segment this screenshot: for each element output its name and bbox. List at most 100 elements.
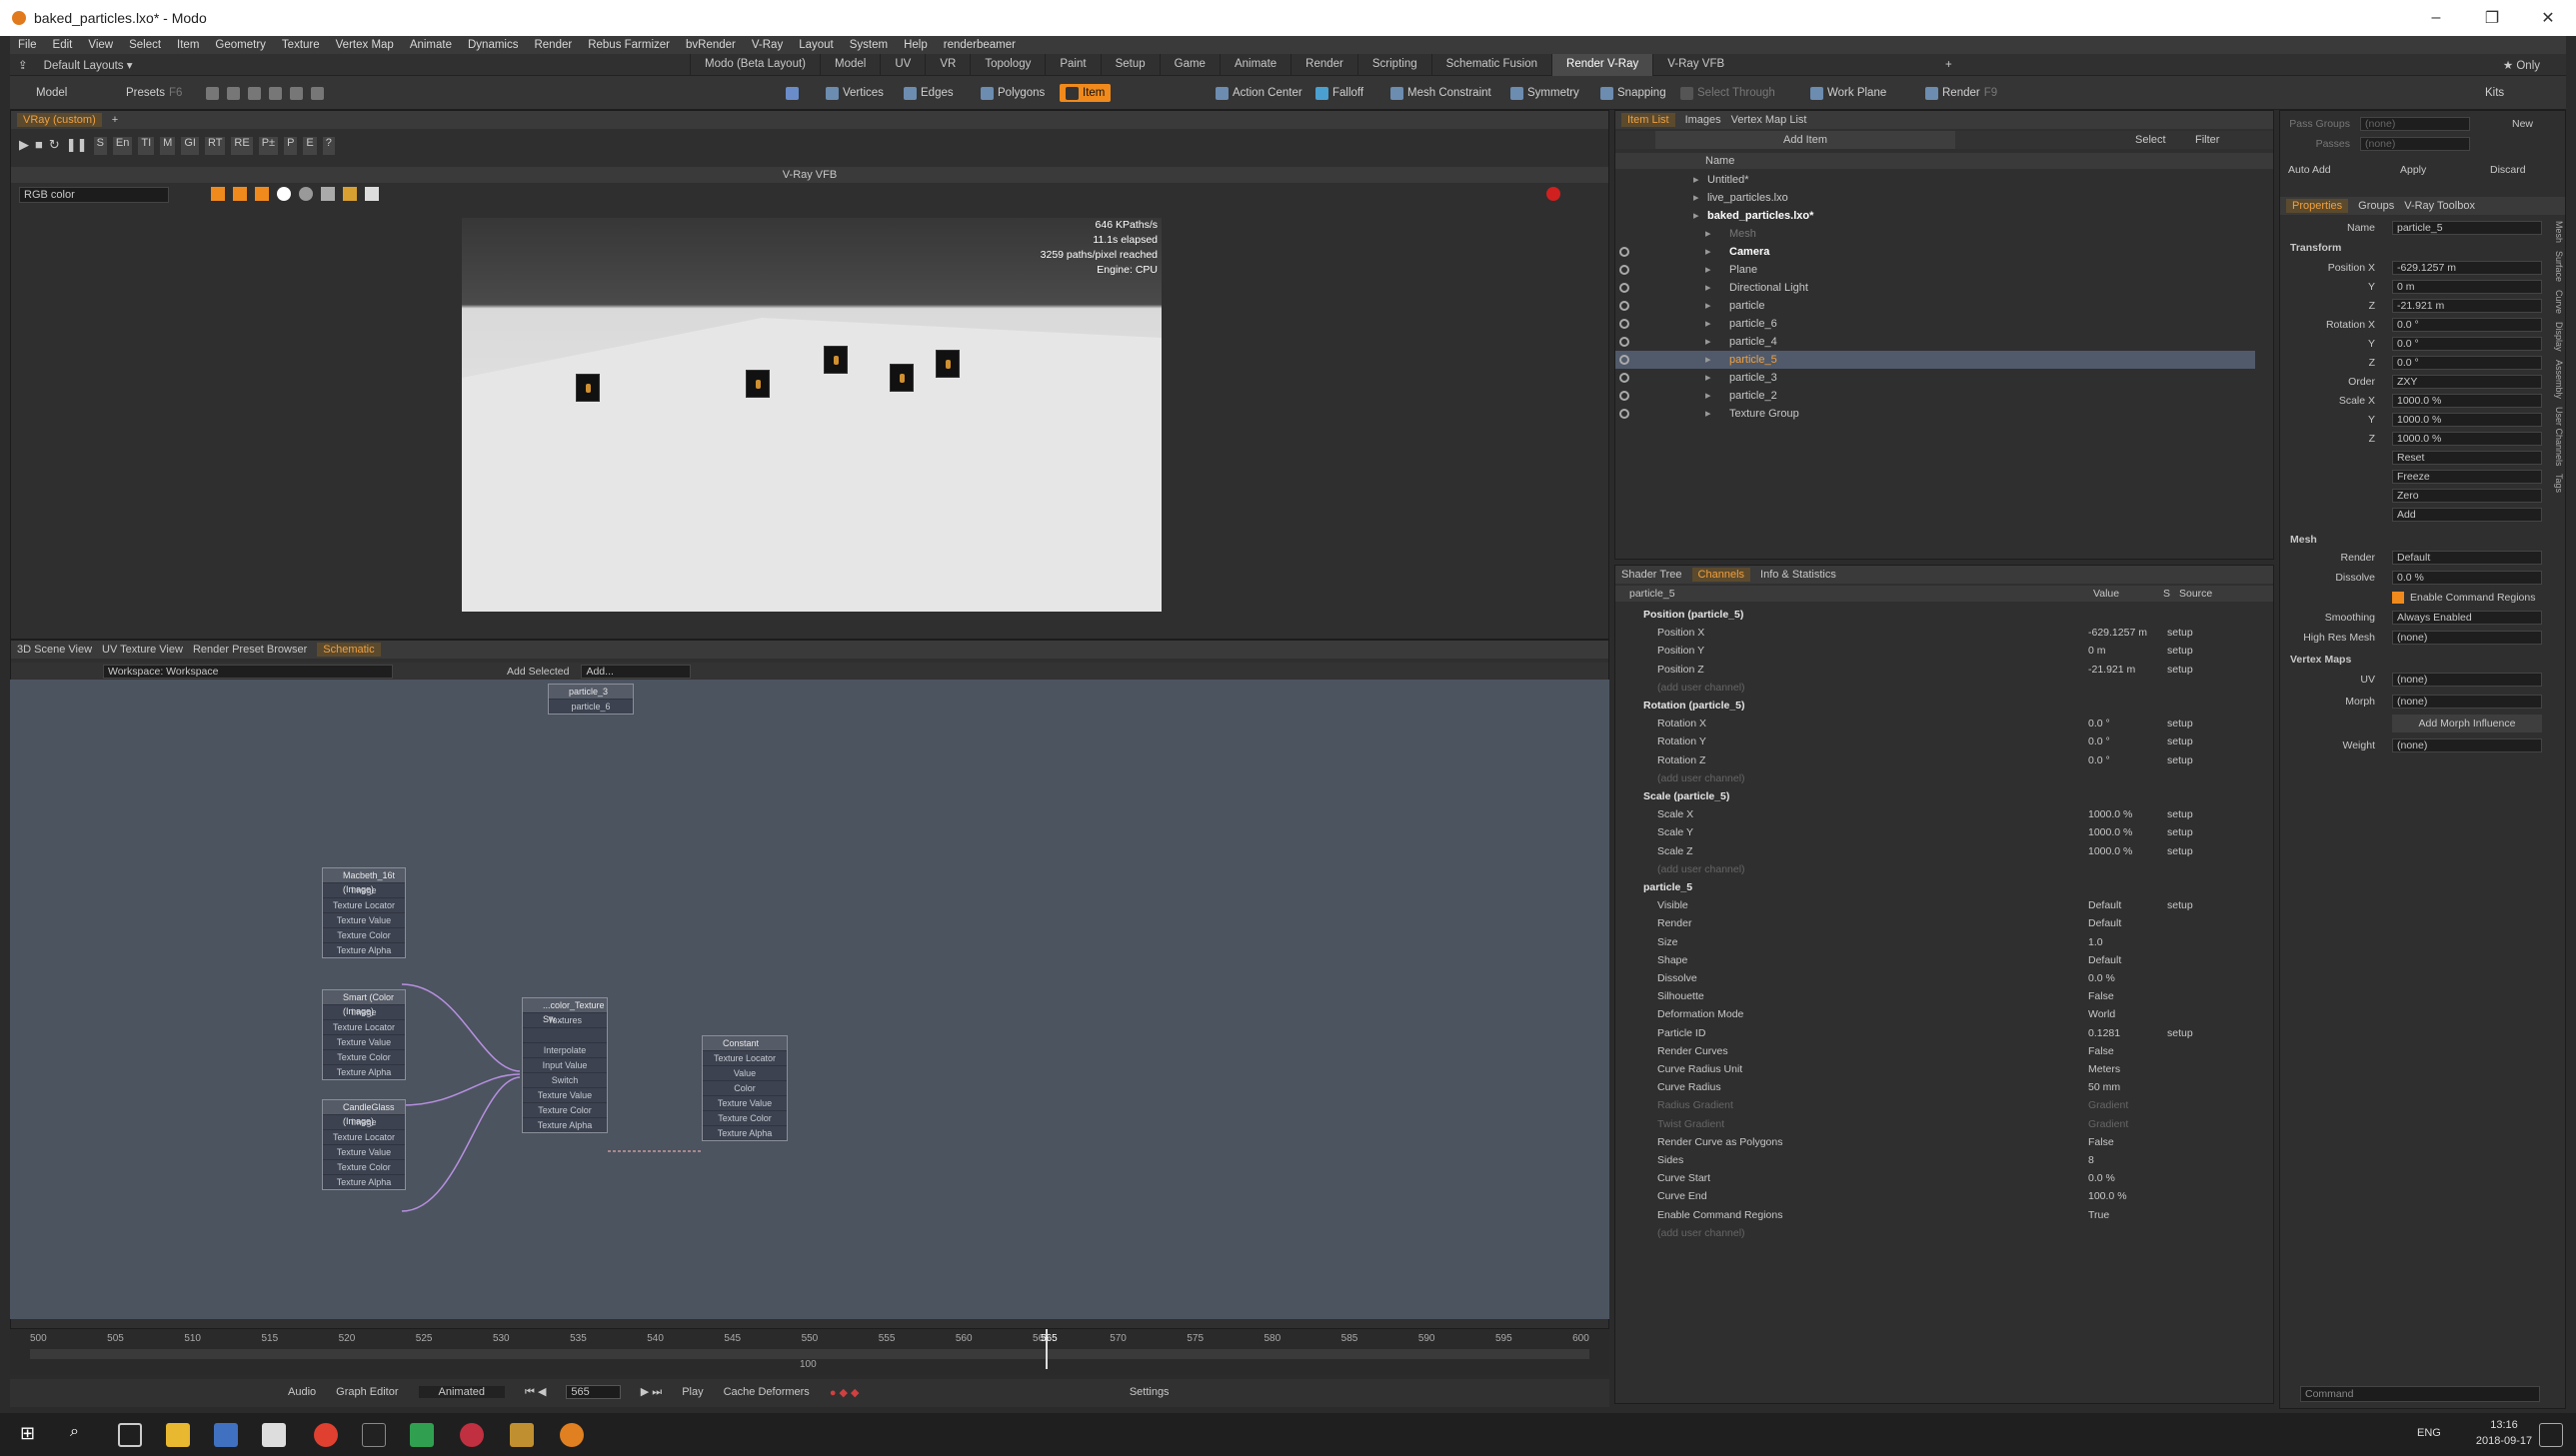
item-row[interactable]: ▸ live_particles.lxo: [1615, 189, 2255, 207]
add-layout-button[interactable]: +: [1939, 59, 1958, 71]
add-selected-button[interactable]: Add Selected: [507, 666, 569, 678]
channel-value[interactable]: Meters: [2088, 1060, 2120, 1078]
presets-button[interactable]: Presets F6: [120, 84, 188, 102]
channel-row[interactable]: Rotation Y 0.0 ° setup: [1615, 732, 2255, 750]
node-port[interactable]: Texture Color: [523, 1102, 607, 1117]
layout-tab-scripting[interactable]: Scripting: [1356, 54, 1431, 76]
vfb-blue-channel-icon[interactable]: [255, 187, 269, 201]
channel-row[interactable]: Curve End 100.0 %: [1615, 1187, 2255, 1205]
node-port[interactable]: Texture Alpha: [323, 1064, 405, 1079]
add-item-button[interactable]: Add Item: [1655, 131, 1955, 149]
app-icon-3[interactable]: [410, 1423, 434, 1447]
layout-tab-render[interactable]: Render: [1290, 54, 1357, 76]
channel-row[interactable]: Sides 8: [1615, 1151, 2255, 1169]
vfb-stop-icon[interactable]: ■: [35, 137, 43, 155]
expand-arrow-icon[interactable]: ▸: [1705, 333, 1711, 351]
minimize-button[interactable]: –: [2408, 0, 2464, 36]
vfb-tab[interactable]: VRay (custom): [17, 113, 102, 127]
polygons-button[interactable]: Polygons: [975, 84, 1051, 102]
channel-value[interactable]: 0.0 %: [2088, 1169, 2115, 1187]
visibility-eye-icon[interactable]: [1619, 373, 1629, 383]
channel-row[interactable]: Radius Gradient Gradient: [1615, 1096, 2255, 1114]
node-port[interactable]: Texture Locator: [703, 1050, 787, 1065]
item-row[interactable]: ▸ Untitled*: [1615, 171, 2255, 189]
side-tab[interactable]: Mesh: [2554, 221, 2564, 243]
item-row[interactable]: ▸ Camera: [1615, 243, 2255, 261]
transform-field[interactable]: 0.0 °: [2392, 356, 2542, 370]
channel-row[interactable]: Particle ID 0.1281 setup: [1615, 1024, 2255, 1042]
transform-tool-icon[interactable]: [290, 86, 303, 100]
side-tab[interactable]: Assembly: [2554, 360, 2564, 399]
transform-field[interactable]: 0.0 °: [2392, 337, 2542, 351]
menu-edit[interactable]: Edit: [45, 39, 81, 51]
visibility-eye-icon[interactable]: [1619, 283, 1629, 293]
schematic-node[interactable]: ...color_Texture Sw... Textures Interpolat…: [522, 997, 608, 1133]
visibility-eye-icon[interactable]: [1619, 391, 1629, 401]
terminal-icon[interactable]: [362, 1423, 386, 1447]
item-row[interactable]: ▸ particle_3: [1615, 369, 2255, 387]
transform-field[interactable]: -629.1257 m: [2392, 261, 2542, 275]
channel-row[interactable]: (add user channel): [1615, 679, 2255, 697]
uv-select[interactable]: (none): [2392, 673, 2542, 687]
channel-value[interactable]: 0.1281: [2088, 1024, 2120, 1042]
vfb-add-tab[interactable]: +: [112, 114, 118, 126]
vfb-clear-icon[interactable]: [365, 187, 379, 201]
item-row[interactable]: ▸ baked_particles.lxo*: [1615, 207, 2255, 225]
properties-tab[interactable]: V-Ray Toolbox: [2404, 200, 2475, 212]
layout-tab-modo-beta-layout-[interactable]: Modo (Beta Layout): [690, 54, 820, 76]
channel-value[interactable]: False: [2088, 1042, 2114, 1060]
channel-row[interactable]: Curve Start 0.0 %: [1615, 1169, 2255, 1187]
channel-row[interactable]: Silhouette False: [1615, 987, 2255, 1005]
expand-arrow-icon[interactable]: ▸: [1705, 225, 1711, 243]
vfb-pause-icon[interactable]: ❚❚: [66, 137, 88, 155]
close-button[interactable]: ✕: [2520, 0, 2576, 36]
channel-row[interactable]: Enable Command Regions True: [1615, 1206, 2255, 1224]
node-port[interactable]: Texture Locator: [323, 897, 405, 912]
settings-button[interactable]: Settings: [1130, 1386, 1170, 1398]
vfb-save-icon[interactable]: [321, 187, 335, 201]
node-port[interactable]: particle_6: [549, 699, 633, 714]
item-row[interactable]: ▸ Mesh: [1615, 225, 2255, 243]
node-port[interactable]: Texture Alpha: [703, 1125, 787, 1140]
key-record-icons[interactable]: ● ◆ ◆: [830, 1386, 1110, 1399]
move-tool-icon[interactable]: [227, 86, 240, 100]
vfb-open-icon[interactable]: [343, 187, 357, 201]
side-tab[interactable]: Surface: [2554, 251, 2564, 282]
schematic-node[interactable]: Constant Texture Locator Value Color Texture…: [702, 1035, 788, 1141]
auto-add-button[interactable]: Auto Add: [2288, 161, 2331, 179]
action-center-button[interactable]: Action Center: [1210, 84, 1308, 102]
channel-row[interactable]: (add user channel): [1615, 1224, 2255, 1242]
transform-field[interactable]: 0 m: [2392, 280, 2542, 294]
vfb-option-button[interactable]: En: [112, 137, 133, 155]
channel-group[interactable]: Scale (particle_5): [1615, 787, 2255, 805]
node-port[interactable]: Texture Locator: [323, 1129, 405, 1144]
scale-tool-icon[interactable]: [269, 86, 282, 100]
layout-tab-game[interactable]: Game: [1159, 54, 1220, 76]
channel-row[interactable]: Deformation Mode World: [1615, 1005, 2255, 1023]
node-port[interactable]: Texture Color: [323, 1049, 405, 1064]
channel-row[interactable]: Position Y 0 m setup: [1615, 642, 2255, 660]
channel-value[interactable]: 0.0 °: [2088, 751, 2110, 769]
timeline-track[interactable]: [30, 1349, 1589, 1359]
app-icon-4[interactable]: [460, 1423, 484, 1447]
vfb-option-button[interactable]: M: [160, 137, 176, 155]
channel-value[interactable]: 0.0 %: [2088, 969, 2115, 987]
transform-field[interactable]: 0.0 °: [2392, 318, 2542, 332]
vfb-play-icon[interactable]: ▶: [19, 137, 29, 155]
item-row[interactable]: ▸ Plane: [1615, 261, 2255, 279]
vfb-option-button[interactable]: P±: [258, 137, 279, 155]
menu-layout[interactable]: Layout: [791, 39, 842, 51]
app-icon-5[interactable]: [510, 1423, 534, 1447]
edges-button[interactable]: Edges: [898, 84, 960, 102]
snapping-button[interactable]: Snapping: [1594, 84, 1672, 102]
item-row[interactable]: ▸ particle_6: [1615, 315, 2255, 333]
vfb-green-channel-icon[interactable]: [233, 187, 247, 201]
menu-help[interactable]: Help: [896, 39, 936, 51]
expand-arrow-icon[interactable]: ▸: [1705, 261, 1711, 279]
channel-row[interactable]: Curve Radius Unit Meters: [1615, 1060, 2255, 1078]
visibility-eye-icon[interactable]: [1619, 247, 1629, 257]
channel-row[interactable]: Position X -629.1257 m setup: [1615, 624, 2255, 642]
channel-row[interactable]: Twist Gradient Gradient: [1615, 1115, 2255, 1133]
transform-field[interactable]: ZXY: [2392, 375, 2542, 389]
channel-value[interactable]: 0 m: [2088, 642, 2106, 660]
